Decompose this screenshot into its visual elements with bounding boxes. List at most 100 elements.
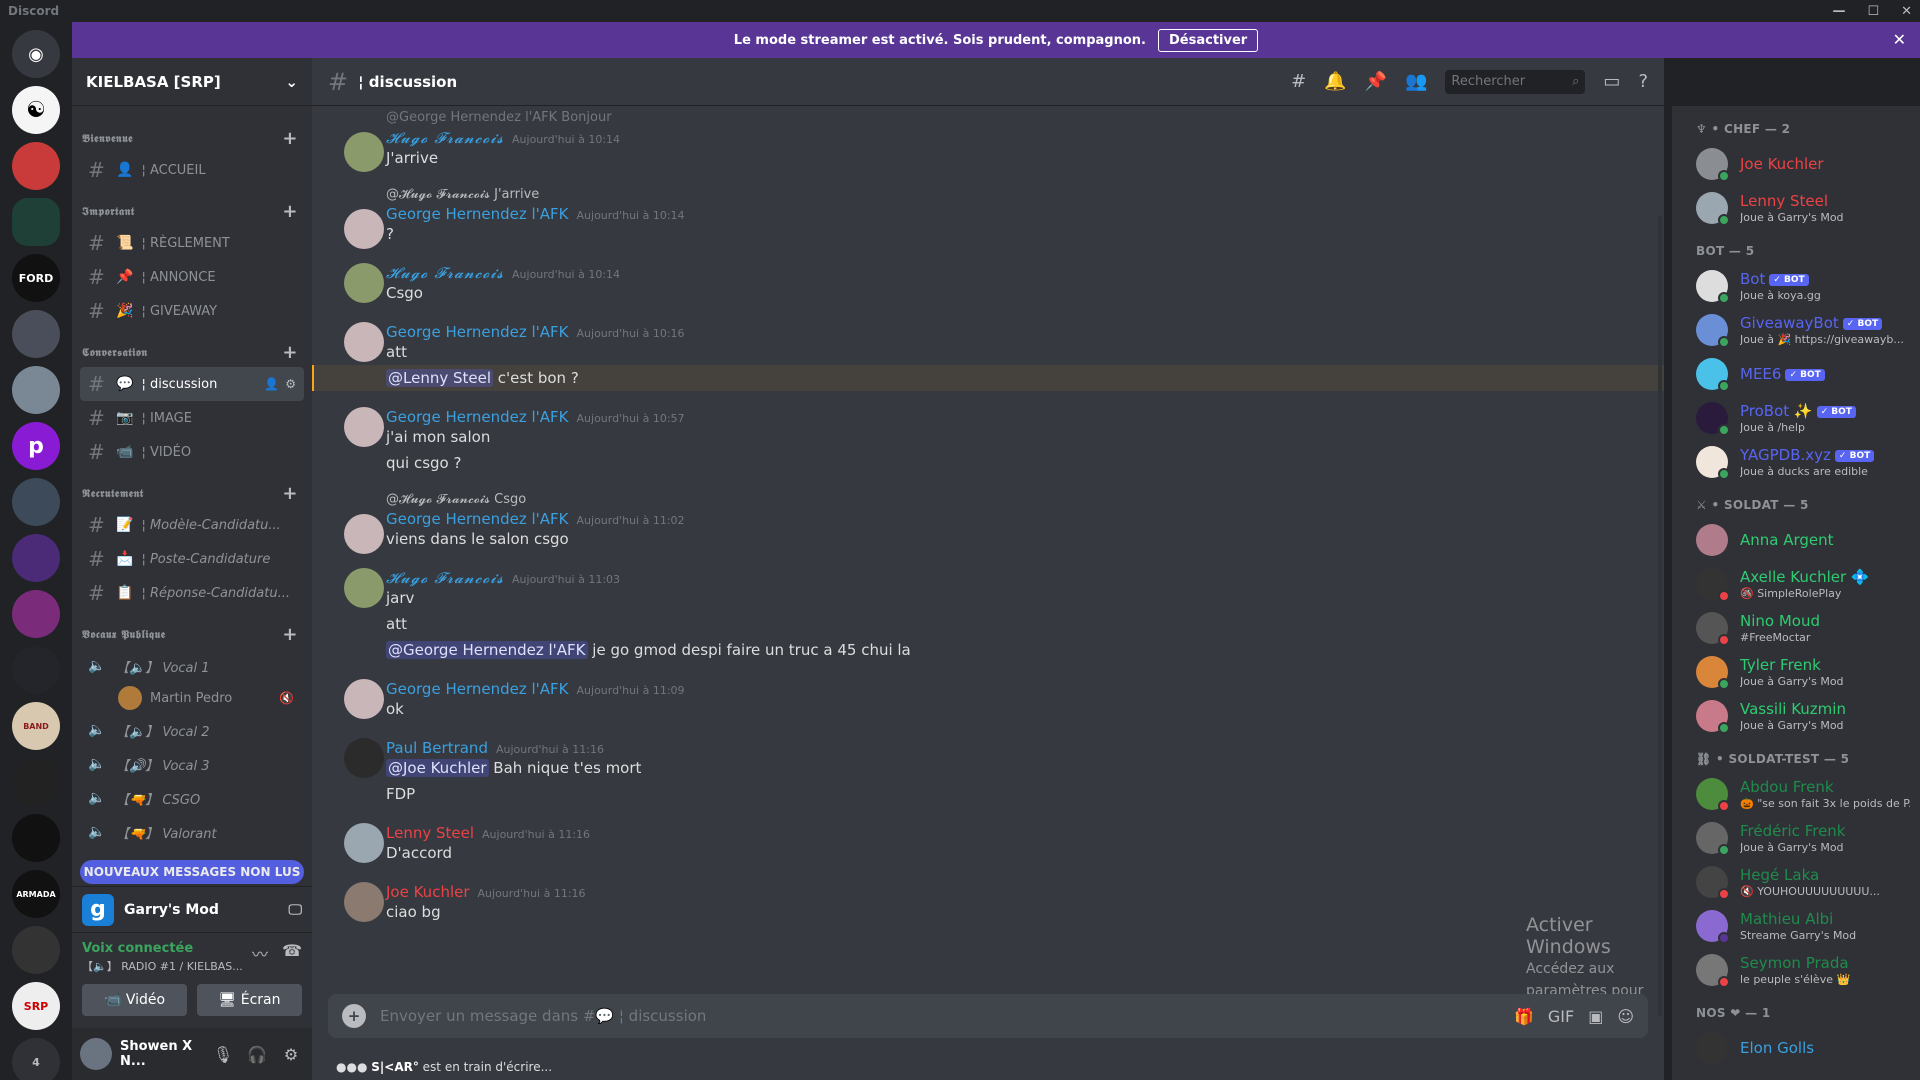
member-item[interactable]: Joe Kuchler [1696,142,1912,186]
category-important[interactable]: 𝕴𝖒𝖕𝖔𝖗𝖙𝖆𝖓𝖙 + [80,187,304,226]
help-icon[interactable]: ? [1638,71,1648,92]
category-vocaux[interactable]: 𝖁𝖔𝖈𝖆𝖚𝖝 𝕻𝖚𝖇𝖑𝖎𝖖𝖚𝖊 + [80,610,304,649]
server-icon-purple-dragon[interactable] [12,534,60,582]
server-icon-soldiers[interactable] [12,478,60,526]
chevron-down-icon[interactable]: ⌄ [285,73,298,91]
server-header[interactable]: KIELBASA [SRP] ⌄ [72,58,312,106]
author-name[interactable]: George Hernendez l'AFK [386,205,569,223]
server-icon-kielbasa[interactable] [12,198,60,246]
member-item[interactable]: MEE6 ✓ BOT [1696,352,1912,396]
message[interactable]: 𝓗𝓾𝓰𝓸 𝓕𝓻𝓪𝓷𝓬𝓸𝓲𝓼 Aujourd'hui à 10:14 Csgo [328,263,1648,304]
mention[interactable]: @Lenny Steel [386,369,494,387]
search-input[interactable]: Rechercher ⌕ [1445,69,1586,94]
message[interactable]: George Hernendez l'AFK Aujourd'hui à 10:5… [328,407,1648,474]
disconnect-icon[interactable]: ☎ [282,941,302,974]
member-item[interactable]: Nino Moud #FreeMoctar [1696,606,1912,650]
author-name[interactable]: George Hernendez l'AFK [386,680,569,698]
video-button[interactable]: 📹 Vidéo [82,984,187,1016]
close-icon[interactable]: ✕ [1901,4,1912,19]
message[interactable]: @𝓗𝓾𝓰𝓸 𝓕𝓻𝓪𝓷𝓬𝓸𝓲𝓼 J'arrive George Hernendez… [328,187,1648,249]
server-icon-purple-p[interactable]: p [12,422,60,470]
server-icon-reaper[interactable] [12,646,60,694]
message[interactable]: @George Hernendez l'AFK Bonjour 𝓗𝓾𝓰𝓸 𝓕𝓻𝓪… [328,110,1648,172]
member-item[interactable]: Mathieu Albi Streame Garry's Mod [1696,904,1912,948]
server-icon-ford[interactable]: FORD [12,254,60,302]
microphone-icon[interactable]: 🎙 [210,1045,236,1064]
server-icon-flower[interactable] [12,590,60,638]
channel-reglement[interactable]: # 📜 ¦ RÈGLEMENT [80,226,304,260]
category-conversation[interactable]: 𝕮𝖔𝖓𝖛𝖊𝖗𝖘𝖆𝖙𝖎𝖔𝖓 + [80,328,304,367]
member-item[interactable]: YAGPDB.xyz ✓ BOT Joue à ducks are edible [1696,440,1912,484]
author-name[interactable]: George Hernendez l'AFK [386,323,569,341]
members-icon[interactable]: 👥 [1405,71,1427,92]
screen-share-icon[interactable]: 🖵 [289,902,303,918]
author-name[interactable]: 𝓗𝓾𝓰𝓸 𝓕𝓻𝓪𝓷𝓬𝓸𝓲𝓼 [386,569,504,587]
member-item[interactable]: Axelle Kuchler 💠 🚳 SimpleRolePlay [1696,562,1912,606]
server-icon-band-brothers[interactable]: BAND [12,702,60,750]
bell-icon[interactable]: 🔔 [1324,71,1346,92]
member-item[interactable]: Seymon Prada le peuple s'élève 👑 [1696,948,1912,992]
reply-preview[interactable]: @𝓗𝓾𝓰𝓸 𝓕𝓻𝓪𝓷𝓬𝓸𝓲𝓼 Csgo [386,492,1648,507]
mention[interactable]: @George Hernendez l'AFK [386,641,588,659]
channel-poste-candidature[interactable]: # 📩 ¦ Poste-Candidature [80,542,304,576]
server-icon-scales[interactable] [12,926,60,974]
member-item[interactable]: Tyler Frenk Joue à Garry's Mod [1696,650,1912,694]
maximize-icon[interactable]: ☐ [1867,4,1879,19]
threads-icon[interactable]: # [1291,71,1306,92]
add-channel-icon[interactable]: + [282,624,298,645]
member-item[interactable]: Elon Golls [1696,1026,1912,1070]
reply-preview[interactable]: @George Hernendez l'AFK Bonjour [386,110,1648,126]
voice-channel-vocal3[interactable]: 🔈 【🔊】 Vocal 3 [80,747,304,781]
server-count-badge[interactable]: 4 [12,1038,60,1080]
gift-icon[interactable]: 🎁 [1514,1007,1534,1026]
noise-suppression-icon[interactable]: 〰 [252,941,268,974]
add-channel-icon[interactable]: + [282,128,298,149]
message[interactable]: George Hernendez l'AFK Aujourd'hui à 10:1… [328,322,1648,363]
channel-image[interactable]: # 📷 ¦ IMAGE [80,401,304,435]
message-mention-highlight[interactable]: @Lenny Steel c'est bon ? [312,365,1664,391]
headphones-icon[interactable]: 🎧 [244,1045,270,1064]
member-item[interactable]: Anna Argent [1696,518,1912,562]
reply-preview[interactable]: @𝓗𝓾𝓰𝓸 𝓕𝓻𝓪𝓷𝓬𝓸𝓲𝓼 J'arrive [386,187,1648,202]
channel-video[interactable]: # 📹 ¦ VIDÉO [80,435,304,469]
emoji-icon[interactable]: ☺ [1617,1007,1634,1026]
channel-discussion[interactable]: # 💬 ¦ discussion 👤 ⚙ [80,367,304,401]
minimize-icon[interactable]: — [1832,4,1845,19]
avatar[interactable] [80,1038,112,1070]
category-bienvenue[interactable]: 𝕭𝖎𝖊𝖓𝖛𝖊𝖓𝖚𝖊 + [80,114,304,153]
author-name[interactable]: George Hernendez l'AFK [386,408,569,426]
message-composer[interactable]: + Envoyer un message dans #💬 ¦ discussio… [328,994,1648,1038]
member-item[interactable]: Hegé Laka 🔇 YOUHOUUUUUUUUU... [1696,860,1912,904]
message[interactable]: Joe Kuchler Aujourd'hui à 11:16 ciao bg [328,882,1648,923]
author-name[interactable]: 𝓗𝓾𝓰𝓸 𝓕𝓻𝓪𝓷𝓬𝓸𝓲𝓼 [386,264,504,282]
sticker-icon[interactable]: ▣ [1588,1007,1603,1026]
member-item[interactable]: Abdou Frenk 🎃 "se son fait 3x le poids de… [1696,772,1912,816]
server-icon-dark[interactable] [12,310,60,358]
author-name[interactable]: 𝓗𝓾𝓰𝓸 𝓕𝓻𝓪𝓷𝓬𝓸𝓲𝓼 [386,129,504,147]
message[interactable]: Paul Bertrand Aujourd'hui à 11:16 @Joe Ku… [328,738,1648,805]
server-icon-armada[interactable]: ARMADA [12,870,60,918]
channel-giveaway[interactable]: # 🎉 ¦ GIVEAWAY [80,294,304,328]
server-icon-royal[interactable] [12,758,60,806]
add-channel-icon[interactable]: + [282,483,298,504]
add-channel-icon[interactable]: + [282,201,298,222]
member-item[interactable]: Lenny Steel Joue à Garry's Mod [1696,186,1912,230]
server-icon-yinyang[interactable]: ☯ [12,86,60,134]
channel-accueil[interactable]: # 👤 ¦ ACCUEIL [80,153,304,187]
banner-close-icon[interactable]: ✕ [1893,30,1906,49]
author-name[interactable]: Lenny Steel [386,824,474,842]
author-name[interactable]: Paul Bertrand [386,739,488,757]
gif-icon[interactable]: GIF [1548,1007,1574,1026]
add-channel-icon[interactable]: + [282,342,298,363]
channel-modele-candidature[interactable]: # 📝 ¦ Modèle-Candidatu... [80,508,304,542]
screen-button[interactable]: 🖥 Écran [197,984,302,1016]
voice-channel-vocal2[interactable]: 🔈 【🔈】 Vocal 2 [80,713,304,747]
message[interactable]: 𝓗𝓾𝓰𝓸 𝓕𝓻𝓪𝓷𝓬𝓸𝓲𝓼 Aujourd'hui à 11:03 jarv at… [328,568,1648,661]
member-item[interactable]: Frédéric Frenk Joue à Garry's Mod [1696,816,1912,860]
message[interactable]: @𝓗𝓾𝓰𝓸 𝓕𝓻𝓪𝓷𝓬𝓸𝓲𝓼 Csgo George Hernendez l'A… [328,492,1648,554]
member-item[interactable]: GiveawayBot ✓ BOT Joue à 🎉 https://giveawa… [1696,308,1912,352]
author-name[interactable]: George Hernendez l'AFK [386,510,569,528]
disable-streamer-button[interactable]: Désactiver [1158,28,1259,52]
server-icon-grey[interactable] [12,366,60,414]
category-recrutement[interactable]: 𝕽𝖊𝖈𝖗𝖚𝖙𝖊𝖒𝖊𝖓𝖙 + [80,469,304,508]
